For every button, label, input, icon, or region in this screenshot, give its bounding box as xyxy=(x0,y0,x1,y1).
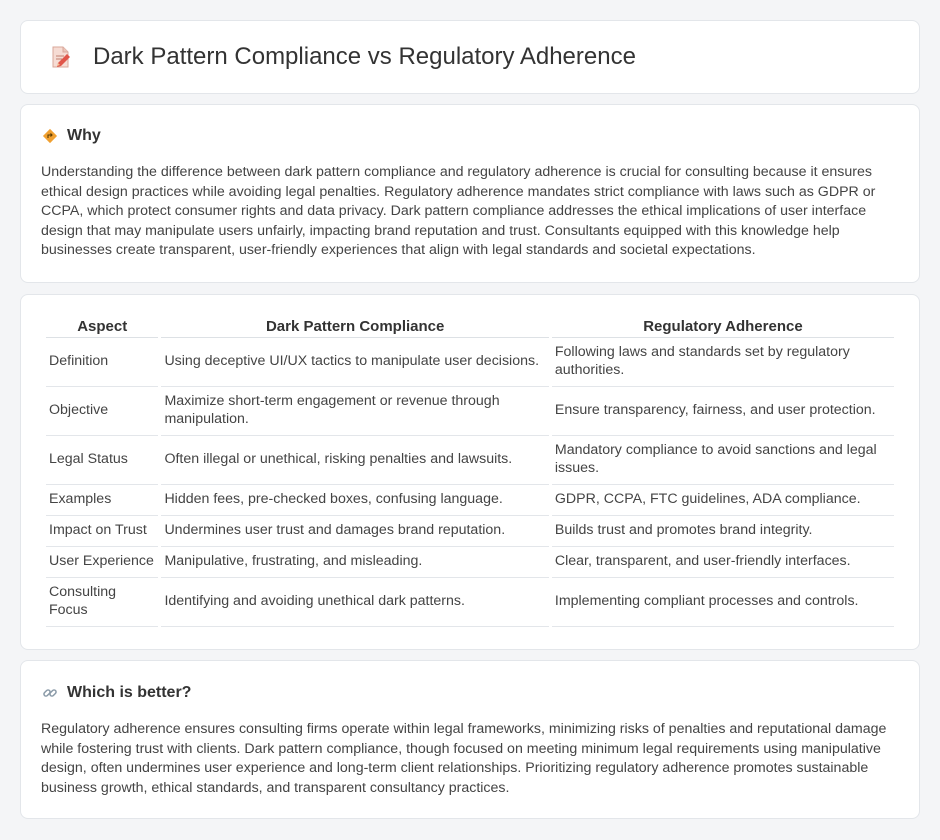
dark-pattern-cell: Hidden fees, pre-checked boxes, confusin… xyxy=(161,485,549,516)
column-header-aspect: Aspect xyxy=(46,315,159,338)
document-pencil-icon xyxy=(47,43,75,71)
table-row: Objective Maximize short-term engagement… xyxy=(46,387,894,436)
why-text: Understanding the difference between dar… xyxy=(41,164,876,259)
comparison-section: Aspect Dark Pattern Compliance Regulator… xyxy=(20,294,920,650)
table-row: Legal Status Often illegal or unethical,… xyxy=(46,436,894,485)
column-header-regulatory: Regulatory Adherence xyxy=(551,315,894,338)
which-is-better-section: Which is better? Regulatory adherence en… xyxy=(20,660,920,819)
aspect-cell: Consulting Focus xyxy=(46,578,159,627)
table-row: Impact on Trust Undermines user trust an… xyxy=(46,516,894,547)
why-section: Why Understanding the difference between… xyxy=(20,104,920,283)
aspect-cell: Objective xyxy=(46,387,159,436)
diamond-sign-icon xyxy=(41,127,59,145)
link-icon xyxy=(41,684,59,702)
column-header-dark-pattern: Dark Pattern Compliance xyxy=(161,315,549,338)
why-heading-label: Why xyxy=(67,127,101,144)
table-row: Definition Using deceptive UI/UX tactics… xyxy=(46,338,894,387)
regulatory-cell: Mandatory compliance to avoid sanctions … xyxy=(551,436,894,485)
aspect-cell: Definition xyxy=(46,338,159,387)
aspect-cell: User Experience xyxy=(46,547,159,578)
regulatory-cell: Implementing compliant processes and con… xyxy=(551,578,894,627)
dark-pattern-cell: Manipulative, frustrating, and misleadin… xyxy=(161,547,549,578)
better-heading-label: Which is better? xyxy=(67,684,192,701)
why-heading: Why xyxy=(41,127,899,145)
dark-pattern-cell: Often illegal or unethical, risking pena… xyxy=(161,436,549,485)
regulatory-cell: Clear, transparent, and user-friendly in… xyxy=(551,547,894,578)
table-header-row: Aspect Dark Pattern Compliance Regulator… xyxy=(46,315,894,338)
table-row: User Experience Manipulative, frustratin… xyxy=(46,547,894,578)
table-row: Examples Hidden fees, pre-checked boxes,… xyxy=(46,485,894,516)
table-row: Consulting Focus Identifying and avoidin… xyxy=(46,578,894,627)
aspect-cell: Impact on Trust xyxy=(46,516,159,547)
better-text: Regulatory adherence ensures consulting … xyxy=(41,721,887,796)
regulatory-cell: Following laws and standards set by regu… xyxy=(551,338,894,387)
dark-pattern-cell: Identifying and avoiding unethical dark … xyxy=(161,578,549,627)
dark-pattern-cell: Using deceptive UI/UX tactics to manipul… xyxy=(161,338,549,387)
comparison-table: Aspect Dark Pattern Compliance Regulator… xyxy=(43,315,897,627)
aspect-cell: Legal Status xyxy=(46,436,159,485)
dark-pattern-cell: Maximize short-term engagement or revenu… xyxy=(161,387,549,436)
header-card: Dark Pattern Compliance vs Regulatory Ad… xyxy=(20,20,920,94)
regulatory-cell: GDPR, CCPA, FTC guidelines, ADA complian… xyxy=(551,485,894,516)
dark-pattern-cell: Undermines user trust and damages brand … xyxy=(161,516,549,547)
regulatory-cell: Ensure transparency, fairness, and user … xyxy=(551,387,894,436)
aspect-cell: Examples xyxy=(46,485,159,516)
regulatory-cell: Builds trust and promotes brand integrit… xyxy=(551,516,894,547)
page-title: Dark Pattern Compliance vs Regulatory Ad… xyxy=(93,43,636,70)
better-heading: Which is better? xyxy=(41,684,899,702)
